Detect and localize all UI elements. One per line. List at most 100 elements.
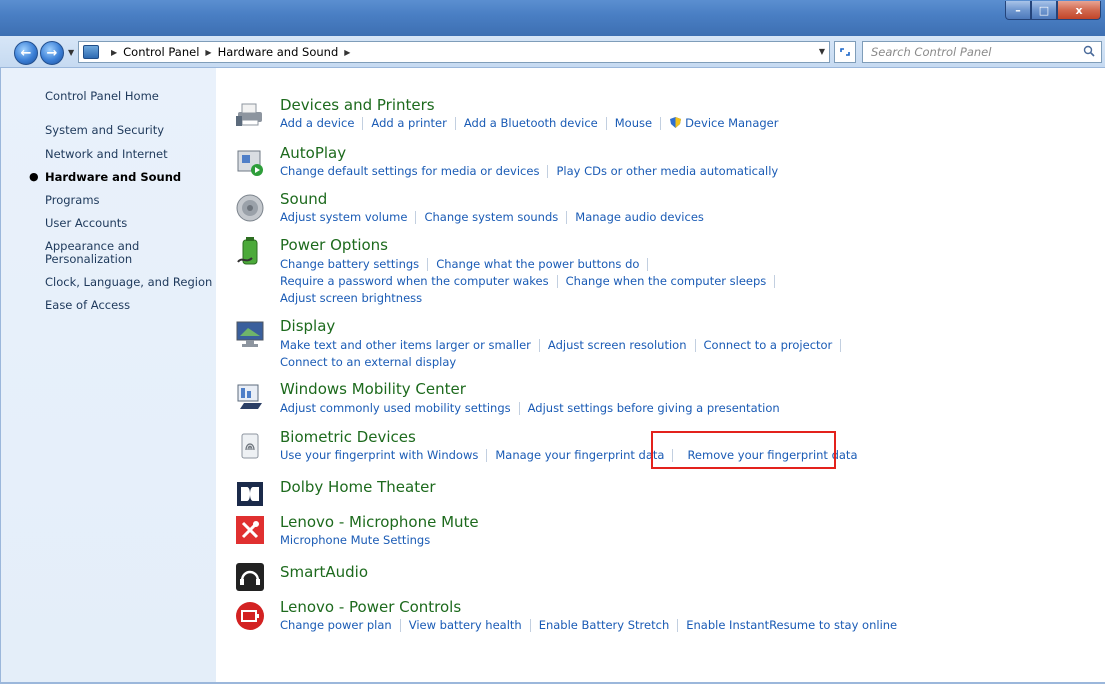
sidebar-item-control-panel-home[interactable]: Control Panel Home (45, 90, 159, 103)
link-require-password-on-wake[interactable]: Require a password when the computer wak… (280, 274, 549, 288)
chevron-right-icon[interactable]: ▶ (344, 48, 350, 57)
link-separator (547, 165, 549, 178)
refresh-icon (840, 48, 850, 56)
breadcrumb-hardware-and-sound[interactable]: Hardware and Sound (218, 45, 339, 59)
power-options-links-row3: Adjust screen brightness (280, 291, 422, 305)
link-separator (362, 117, 364, 130)
link-adjust-screen-brightness[interactable]: Adjust screen brightness (280, 291, 422, 305)
category-power-options[interactable]: Power Options (280, 236, 388, 254)
link-separator (486, 449, 488, 462)
category-smartaudio[interactable]: SmartAudio (280, 563, 368, 581)
category-autoplay[interactable]: AutoPlay (280, 144, 346, 162)
link-separator (529, 619, 531, 632)
devices-links: Add a device Add a printer Add a Bluetooth… (280, 116, 778, 130)
power-controls-icon[interactable] (234, 600, 266, 632)
link-separator (647, 258, 649, 271)
mobility-center-icon[interactable] (234, 381, 266, 413)
category-windows-mobility-center[interactable]: Windows Mobility Center (280, 380, 466, 398)
breadcrumb-control-panel[interactable]: Control Panel (123, 45, 199, 59)
refresh-button[interactable] (834, 41, 856, 63)
close-button[interactable]: x (1057, 1, 1101, 20)
link-separator (556, 275, 558, 288)
category-display[interactable]: Display (280, 317, 335, 335)
sidebar-item-network-and-internet[interactable]: Network and Internet (45, 148, 168, 161)
maximize-button[interactable]: □ (1031, 1, 1057, 20)
power-options-icon[interactable] (234, 236, 266, 268)
link-view-battery-health[interactable]: View battery health (409, 618, 522, 632)
chevron-right-icon[interactable]: ▶ (205, 48, 211, 57)
link-change-sleep-time[interactable]: Change when the computer sleeps (566, 274, 767, 288)
sidebar-item-programs[interactable]: Programs (45, 194, 100, 207)
link-adjust-mobility-settings[interactable]: Adjust commonly used mobility settings (280, 401, 511, 415)
display-links-row1: Make text and other items larger or smal… (280, 338, 849, 352)
smartaudio-icon[interactable] (234, 561, 266, 593)
sidebar-item-system-and-security[interactable]: System and Security (45, 124, 164, 137)
search-placeholder: Search Control Panel (871, 45, 992, 59)
link-enable-battery-stretch[interactable]: Enable Battery Stretch (539, 618, 670, 632)
link-separator (415, 211, 417, 224)
sidebar-item-personalization[interactable]: Personalization (45, 253, 132, 266)
category-lenovo-power-controls[interactable]: Lenovo - Power Controls (280, 598, 461, 616)
link-separator (694, 339, 696, 352)
dolby-icon[interactable] (234, 478, 266, 510)
link-separator (518, 402, 520, 415)
link-adjust-screen-resolution[interactable]: Adjust screen resolution (548, 338, 687, 352)
link-connect-external-display[interactable]: Connect to an external display (280, 355, 456, 369)
shield-icon (670, 117, 682, 128)
forward-button[interactable]: → (40, 41, 64, 65)
link-change-power-plan[interactable]: Change power plan (280, 618, 392, 632)
microphone-mute-links: Microphone Mute Settings (280, 533, 430, 547)
minimize-button[interactable]: – (1005, 1, 1031, 20)
link-separator (399, 619, 401, 632)
link-mouse[interactable]: Mouse (615, 116, 652, 130)
recent-pages-dropdown-icon[interactable]: ▼ (68, 48, 74, 57)
link-change-default-media-settings[interactable]: Change default settings for media or dev… (280, 164, 539, 178)
category-lenovo-microphone-mute[interactable]: Lenovo - Microphone Mute (280, 513, 479, 531)
address-bar[interactable]: ▶ Control Panel ▶ Hardware and Sound ▶ ▼ (78, 41, 830, 63)
search-input[interactable]: Search Control Panel (862, 41, 1102, 63)
title-bar: – □ x (0, 0, 1105, 36)
category-biometric-devices[interactable]: Biometric Devices (280, 428, 416, 446)
link-device-manager[interactable]: Device Manager (669, 116, 778, 130)
microphone-mute-icon[interactable] (234, 514, 266, 546)
sidebar-item-user-accounts[interactable]: User Accounts (45, 217, 127, 230)
link-microphone-mute-settings[interactable]: Microphone Mute Settings (280, 533, 430, 547)
power-options-links-row2: Require a password when the computer wak… (280, 274, 783, 288)
link-change-battery-settings[interactable]: Change battery settings (280, 257, 419, 271)
link-use-fingerprint-with-windows[interactable]: Use your fingerprint with Windows (280, 448, 478, 462)
speaker-icon[interactable] (234, 192, 266, 224)
fingerprint-icon[interactable] (234, 430, 266, 462)
link-manage-audio-devices[interactable]: Manage audio devices (575, 210, 704, 224)
display-icon[interactable] (234, 318, 266, 350)
link-separator (605, 117, 607, 130)
autoplay-icon[interactable] (234, 146, 266, 178)
category-devices-and-printers[interactable]: Devices and Printers (280, 96, 435, 114)
link-add-bluetooth-device[interactable]: Add a Bluetooth device (464, 116, 598, 130)
link-add-printer[interactable]: Add a printer (371, 116, 446, 130)
link-change-system-sounds[interactable]: Change system sounds (424, 210, 558, 224)
link-adjust-presentation-settings[interactable]: Adjust settings before giving a presenta… (528, 401, 780, 415)
link-manage-fingerprint-data[interactable]: Manage your fingerprint data (495, 448, 664, 462)
link-play-cds-automatically[interactable]: Play CDs or other media automatically (556, 164, 778, 178)
category-sound[interactable]: Sound (280, 190, 327, 208)
back-button[interactable]: ← (14, 41, 38, 65)
main-content: Devices and Printers Add a device Add a p… (216, 68, 1105, 684)
chevron-right-icon[interactable]: ▶ (111, 48, 117, 57)
category-dolby-home-theater[interactable]: Dolby Home Theater (280, 478, 436, 496)
link-make-text-larger[interactable]: Make text and other items larger or smal… (280, 338, 531, 352)
link-connect-to-projector[interactable]: Connect to a projector (704, 338, 833, 352)
link-enable-instantresume[interactable]: Enable InstantResume to stay online (686, 618, 897, 632)
search-icon[interactable] (1083, 45, 1095, 57)
sidebar-item-ease-of-access[interactable]: Ease of Access (45, 299, 130, 312)
address-dropdown-icon[interactable]: ▼ (819, 47, 825, 56)
active-bullet-icon: ● (29, 170, 39, 183)
link-separator (677, 619, 679, 632)
link-adjust-system-volume[interactable]: Adjust system volume (280, 210, 407, 224)
link-add-device[interactable]: Add a device (280, 116, 354, 130)
link-separator (538, 339, 540, 352)
link-separator (660, 117, 662, 130)
sidebar-item-clock-language-region[interactable]: Clock, Language, and Region (45, 276, 212, 289)
printer-icon[interactable] (234, 98, 266, 130)
link-separator (454, 117, 456, 130)
link-change-power-buttons[interactable]: Change what the power buttons do (436, 257, 639, 271)
